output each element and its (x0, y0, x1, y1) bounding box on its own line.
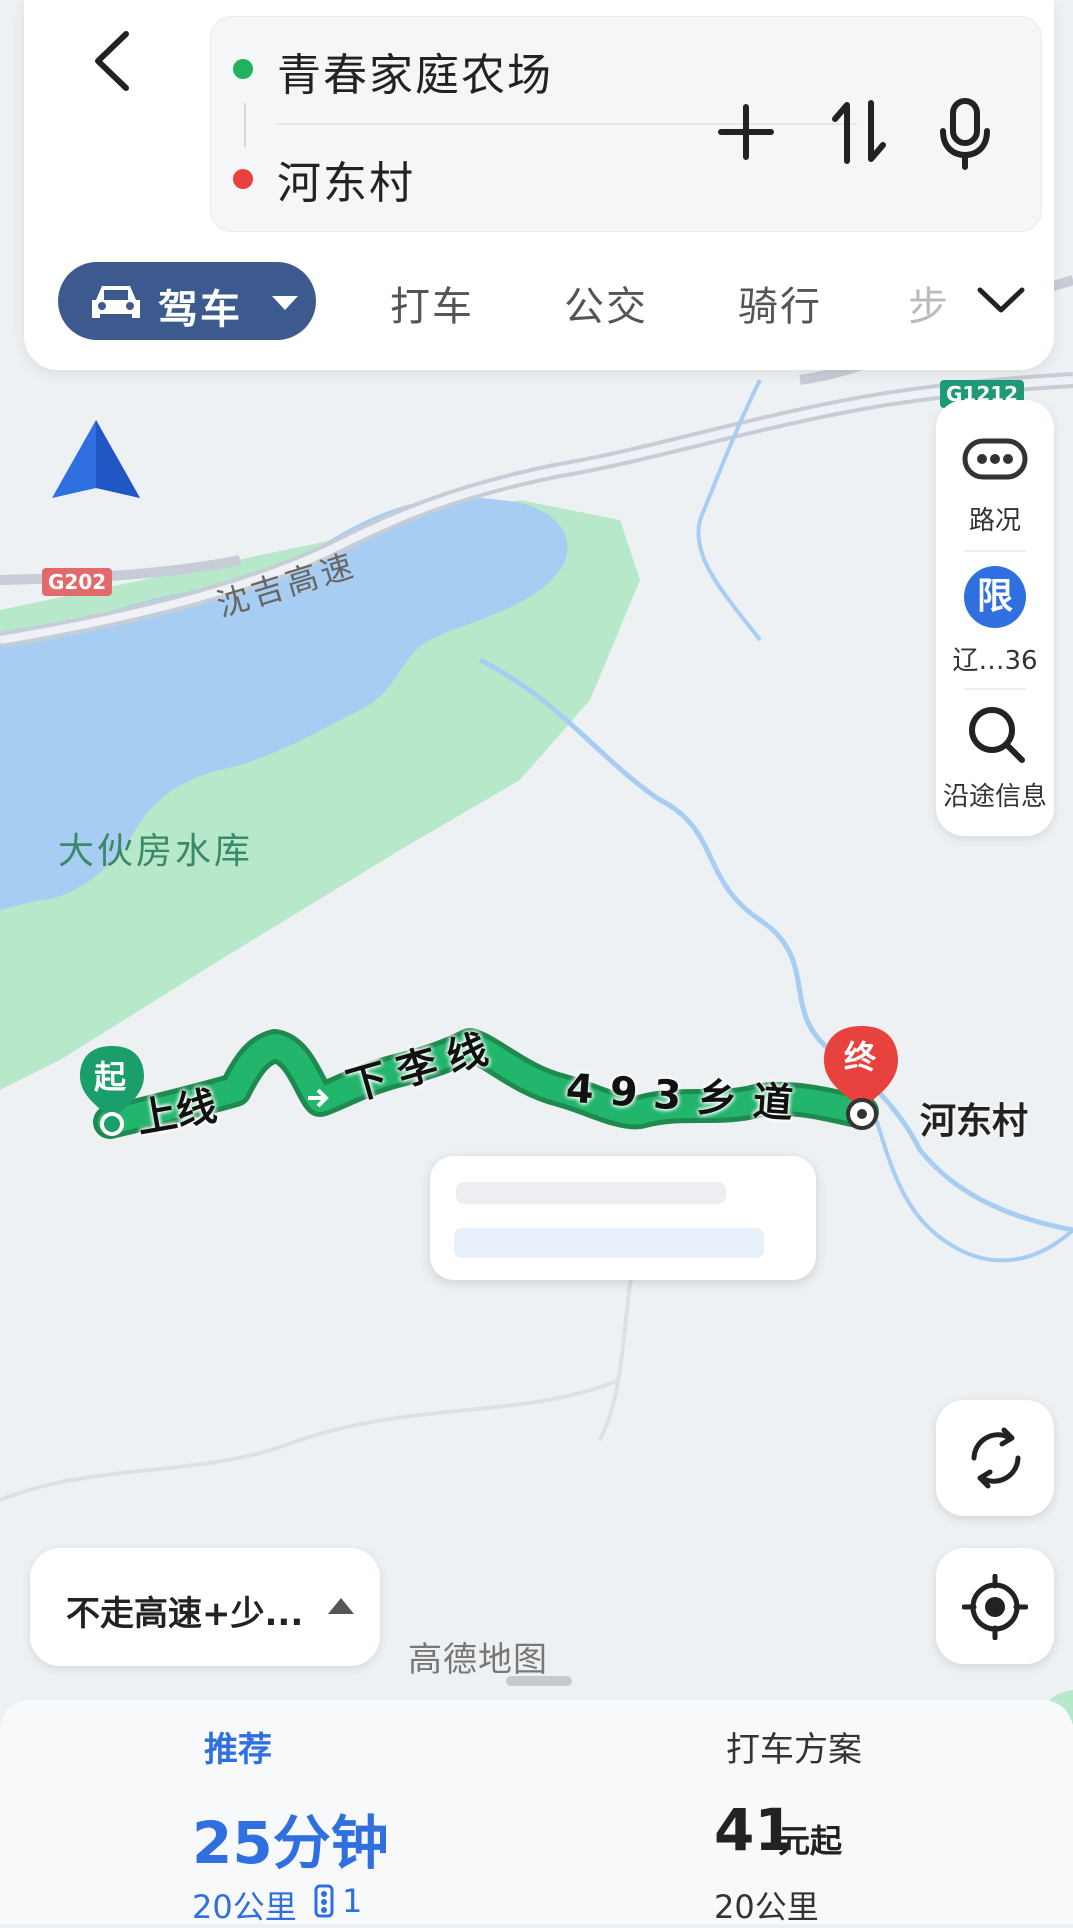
plan-traffic-lights: 1 (342, 1882, 363, 1920)
refresh-route-button[interactable] (936, 1400, 1054, 1516)
mode-tab-transit[interactable]: 公交 (564, 274, 648, 332)
search-icon (969, 707, 1025, 763)
mode-tab-walk[interactable]: 步 (908, 274, 950, 332)
plan-card-recommended[interactable]: 推荐 25分钟 20公里 1 (0, 1700, 536, 1926)
traffic-icon (962, 438, 1028, 480)
caret-down-icon (272, 296, 298, 310)
locate-me-button[interactable] (936, 1548, 1054, 1664)
plan-distance: 20公里 (714, 1888, 819, 1926)
traffic-light-icon (314, 1884, 334, 1918)
route-preferences-label: 不走高速+少... (66, 1594, 304, 1634)
along-route-button[interactable]: 沿途信息 (936, 696, 1054, 816)
route-planner-panel: 青春家庭农场 河东村 驾车 打车 公交 骑行 步 (24, 0, 1054, 370)
start-location-field[interactable]: 青春家庭农场 (277, 39, 553, 103)
route-connector (244, 103, 246, 147)
end-location-field[interactable]: 河东村 (277, 147, 415, 211)
route-input-box: 青春家庭农场 河东村 (210, 16, 1042, 232)
restriction-button[interactable]: 限 辽…36 (936, 560, 1054, 680)
sheet-drag-handle[interactable] (506, 1676, 572, 1686)
end-marker-label: 终 (844, 1038, 877, 1076)
start-dot-icon (233, 59, 253, 79)
mode-tab-drive[interactable]: 驾车 (58, 262, 316, 340)
reservoir-label: 大伙房水库 (58, 831, 254, 872)
car-icon (92, 286, 140, 318)
route-preferences-button[interactable]: 不走高速+少... (30, 1548, 380, 1666)
route-plans-sheet: 推荐 25分钟 20公里 1 打车方案 41 元起 20公里 (0, 1700, 1073, 1926)
restriction-label: 辽…36 (952, 646, 1038, 676)
back-arrow-icon[interactable] (84, 26, 144, 96)
route-info-popup[interactable] (430, 1156, 816, 1280)
start-marker-label: 起 (94, 1058, 127, 1096)
restriction-badge: 限 (964, 566, 1026, 628)
microphone-icon[interactable] (937, 97, 993, 171)
amap-watermark: 高德地图 (408, 1640, 548, 1680)
refresh-icon (971, 1427, 1021, 1489)
mode-tab-taxi[interactable]: 打车 (390, 274, 474, 332)
along-route-label: 沿途信息 (942, 782, 1047, 812)
plus-icon[interactable] (715, 101, 777, 163)
end-dot-icon (233, 169, 253, 189)
plan-title: 推荐 (204, 1730, 272, 1770)
map-tools-panel: 路况 限 辽…36 沿途信息 (936, 400, 1054, 836)
plan-duration: 25分钟 (192, 1809, 389, 1877)
crosshair-icon (962, 1574, 1028, 1640)
traffic-button[interactable]: 路况 (936, 420, 1054, 540)
mode-tab-cycle[interactable]: 骑行 (738, 274, 822, 332)
plan-title: 打车方案 (726, 1730, 862, 1770)
swap-icon[interactable] (831, 97, 887, 167)
destination-label: 河东村 (920, 1101, 1029, 1142)
traffic-label: 路况 (968, 506, 1021, 536)
plan-card-taxi[interactable]: 打车方案 41 元起 20公里 (536, 1700, 1073, 1926)
plan-distance: 20公里 (192, 1888, 297, 1926)
chevron-down-icon[interactable] (976, 284, 1026, 316)
plan-price-unit: 元起 (778, 1822, 843, 1860)
caret-up-icon (328, 1598, 354, 1614)
highway-shield-g202: G202 (42, 568, 113, 596)
mode-tab-drive-label: 驾车 (158, 287, 242, 333)
